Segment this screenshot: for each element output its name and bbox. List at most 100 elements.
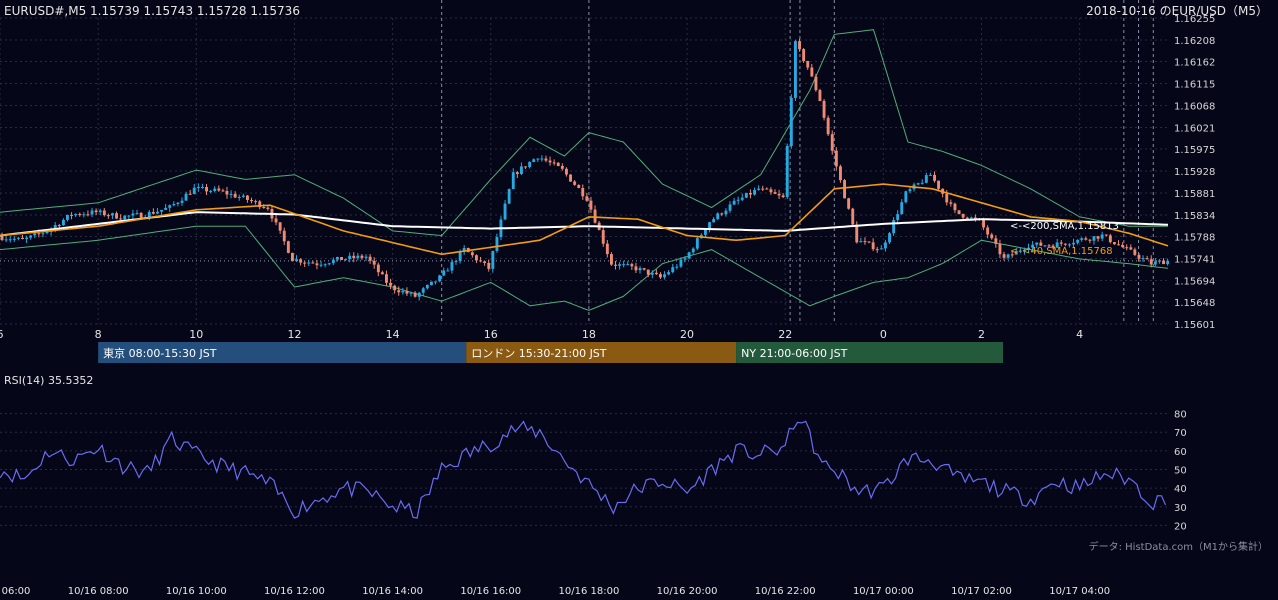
candle-body <box>12 238 16 240</box>
price-x-tick-label: 8 <box>95 328 102 341</box>
candle-body <box>806 61 810 68</box>
candle-body <box>585 196 589 201</box>
candle-body <box>622 264 626 266</box>
price-x-tick-label: 16 <box>484 328 498 341</box>
candle-body <box>417 292 421 297</box>
candle-body <box>250 200 253 202</box>
candle-body <box>990 234 994 239</box>
chart-canvas: <-<200,SMA,1.15813 <-<40,SMA,1.15768 1.16… <box>0 0 1278 600</box>
candle-body <box>634 266 638 271</box>
candle-body <box>1108 235 1112 243</box>
candle-body <box>953 203 957 211</box>
candle-body <box>655 272 658 275</box>
candle-body <box>483 261 487 263</box>
candle-body <box>544 158 548 161</box>
candle-body <box>892 220 896 234</box>
candle-body <box>21 237 24 239</box>
rsi-tick-label: 20 <box>1174 521 1187 532</box>
candle-body <box>753 189 756 195</box>
candle-body <box>843 180 846 199</box>
candle-body <box>679 259 683 267</box>
candle-body <box>1104 234 1108 236</box>
candle-body <box>41 233 45 235</box>
candle-body <box>1133 249 1137 255</box>
chart-background <box>0 0 1278 600</box>
price-tick-label: 1.15928 <box>1174 167 1215 178</box>
candle-body <box>814 76 818 91</box>
candle-body <box>33 233 37 236</box>
rsi-tick-label: 30 <box>1174 503 1187 514</box>
candle-body <box>74 214 78 216</box>
candle-body <box>102 210 106 216</box>
candle-body <box>209 190 213 192</box>
candle-body <box>127 215 131 217</box>
candle-body <box>659 274 662 278</box>
candle-body <box>184 193 188 201</box>
price-tick-label: 1.15648 <box>1174 298 1215 309</box>
price-tick-label: 1.15881 <box>1174 189 1215 200</box>
candle-body <box>937 180 940 189</box>
candle-body <box>479 260 482 262</box>
candle-body <box>57 225 61 227</box>
candle-body <box>4 239 8 241</box>
candle-body <box>1117 244 1120 246</box>
price-x-tick-label: 18 <box>582 328 596 341</box>
candle-body <box>237 197 241 198</box>
candle-body <box>1153 261 1157 265</box>
candle-body <box>29 235 33 238</box>
candle-body <box>201 187 204 188</box>
candle-body <box>830 134 834 151</box>
price-x-tick-label: 12 <box>287 328 301 341</box>
candle-body <box>315 263 319 266</box>
candle-body <box>618 264 621 266</box>
candle-body <box>904 191 908 203</box>
candle-body <box>487 262 491 269</box>
candle-body <box>761 188 765 190</box>
price-tick-label: 1.16115 <box>1174 80 1215 91</box>
candle-body <box>246 195 249 200</box>
candle-body <box>949 202 953 204</box>
candle-body <box>728 204 732 211</box>
candle-body <box>1149 259 1153 265</box>
candle-body <box>405 291 409 294</box>
price-x-tick-label: 20 <box>680 328 694 341</box>
candle-body <box>421 288 425 293</box>
candle-body <box>164 207 168 210</box>
candle-body <box>430 281 433 285</box>
candle-body <box>66 214 69 220</box>
candle-body <box>605 243 609 255</box>
candle-body <box>855 224 859 243</box>
rsi-x-tick-label: 10/17 00:00 <box>853 586 914 597</box>
candle-body <box>507 189 511 204</box>
symbol-line: EURUSD#,M5 1.15739 1.15743 1.15728 1.157… <box>4 4 300 18</box>
candle-body <box>683 258 687 260</box>
candle-body <box>573 181 577 185</box>
candle-body <box>867 241 871 243</box>
candle-body <box>834 150 838 167</box>
candle-body <box>720 213 724 215</box>
candle-body <box>425 284 429 289</box>
candle-body <box>241 195 245 197</box>
candle-body <box>299 259 303 263</box>
candle-body <box>724 210 728 215</box>
candle-body <box>1076 239 1080 243</box>
candle-body <box>360 255 364 258</box>
candle-body <box>736 199 740 201</box>
sma200-label: <-<200,SMA,1.15813 <box>1010 221 1119 232</box>
candle-body <box>879 248 883 250</box>
candle-body <box>863 241 867 243</box>
candle-body <box>106 215 110 217</box>
candle-body <box>262 207 266 208</box>
candle-body <box>536 158 540 160</box>
candle-body <box>1166 260 1170 265</box>
price-tick-label: 1.15834 <box>1174 211 1215 222</box>
candle-body <box>348 255 352 260</box>
rsi-x-tick-label: 10/16 14:00 <box>362 586 423 597</box>
candle-body <box>176 202 180 204</box>
candle-body <box>380 272 384 275</box>
candle-body <box>552 162 556 164</box>
rsi-x-tick-label: 10/16 18:00 <box>558 586 619 597</box>
candle-body <box>131 213 135 216</box>
candle-body <box>450 261 454 271</box>
candle-body <box>295 259 298 262</box>
